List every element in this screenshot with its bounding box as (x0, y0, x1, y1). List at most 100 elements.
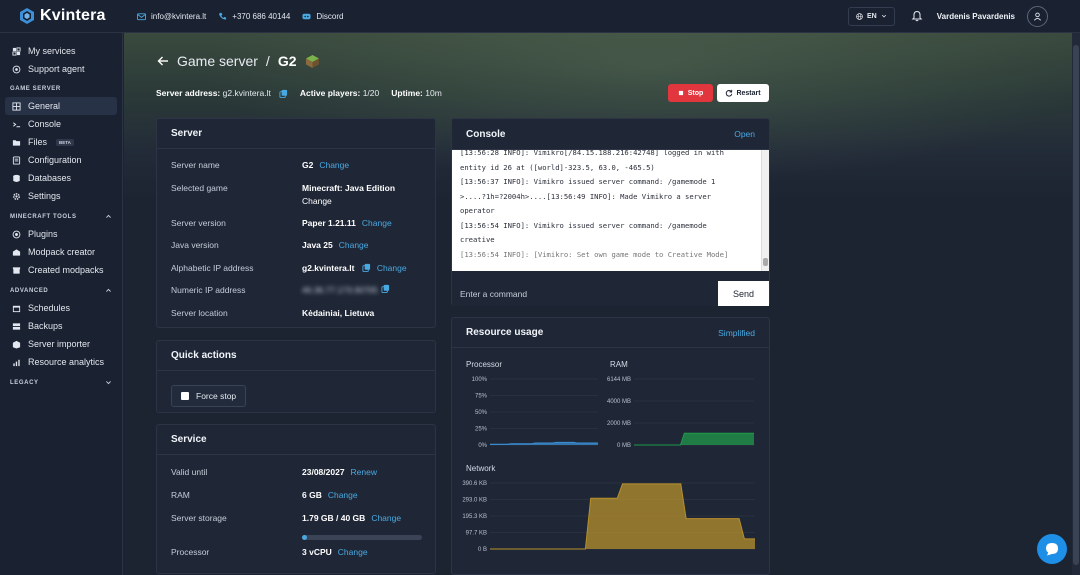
backup-icon (12, 322, 21, 330)
gear-icon (13, 192, 20, 200)
quick-actions-card: Quick actions Force stop (156, 340, 436, 413)
support-icon (12, 65, 21, 73)
email-link[interactable]: info@kvintera.lt (137, 12, 206, 21)
sidebar-item-console[interactable]: Console (5, 115, 117, 133)
sidebar-item-plugins[interactable]: Plugins (5, 225, 117, 243)
change-version-link[interactable]: Change (362, 218, 392, 228)
force-stop-checkbox[interactable] (181, 392, 189, 400)
sidebar-item-backups[interactable]: Backups (5, 317, 117, 335)
grass-block-icon (305, 54, 319, 68)
processor-chart-label: Processor (466, 360, 503, 369)
phone-link[interactable]: +370 686 40144 (218, 12, 290, 21)
sidebar-item-schedules[interactable]: Schedules (5, 299, 117, 317)
chevron-up-icon (106, 214, 111, 218)
globe-icon (856, 12, 863, 20)
sidebar-item-label: My services (28, 46, 76, 56)
page-scrollbar[interactable] (1072, 33, 1080, 575)
chevron-up-icon (106, 288, 111, 292)
server-version-label: Server version (171, 218, 226, 228)
copy-icon[interactable] (279, 89, 288, 98)
sidebar-item-settings[interactable]: Settings (5, 187, 117, 205)
change-processor-link[interactable]: Change (338, 547, 368, 557)
language-selector[interactable]: EN (848, 6, 895, 26)
simplified-toggle-link[interactable]: Simplified (718, 328, 755, 338)
section-advanced[interactable]: ADVANCED (10, 287, 112, 294)
sidebar-item-modpack-creator[interactable]: Modpack creator (5, 243, 117, 261)
user-name[interactable]: Vardenis Pavardenis (937, 12, 1015, 21)
page-title: G2 (277, 53, 297, 69)
console-open-link[interactable]: Open (734, 129, 755, 139)
sidebar-item-files[interactable]: Files BETA (5, 133, 117, 151)
selected-game-value: Minecraft: Java Edition (302, 183, 396, 193)
sidebar-item-databases[interactable]: Databases (5, 169, 117, 187)
series-area (490, 483, 755, 549)
chevron-down-icon (881, 14, 886, 18)
console-scrollbar[interactable] (761, 150, 769, 271)
numeric-ip-value: 46.36.77.173:30705 (302, 285, 378, 295)
chat-icon (1046, 543, 1058, 556)
processor-value: 3 vCPU Change (302, 547, 368, 557)
active-players: 1/20 (362, 88, 380, 98)
server-storage-value: 1.79 GB / 40 GB Change (302, 513, 402, 523)
card-title: Console (466, 128, 506, 140)
terminal-icon (13, 121, 21, 127)
change-ram-link[interactable]: Change (328, 490, 358, 500)
brand[interactable]: Kvintera (0, 7, 123, 25)
sidebar-item-label: Configuration (28, 155, 82, 165)
grid-icon (12, 101, 21, 111)
send-button[interactable]: Send (718, 281, 769, 306)
chat-support-button[interactable] (1037, 534, 1067, 564)
sidebar-item-general[interactable]: General (5, 97, 117, 115)
change-java-link[interactable]: Change (339, 240, 369, 250)
breadcrumb-parent[interactable]: Game server (177, 53, 258, 69)
console-line: [13:56:54 INFO]: Vimikro issued server c… (460, 220, 707, 230)
server-location-label: Server location (171, 308, 228, 318)
server-version-value: Paper 1.21.11 Change (302, 218, 392, 228)
change-game-link[interactable]: Change (302, 196, 332, 206)
command-input[interactable]: Enter a command (452, 281, 718, 306)
sidebar-item-configuration[interactable]: Configuration (5, 151, 117, 169)
sidebar-item-support-agent[interactable]: Support agent (5, 60, 117, 78)
change-storage-link[interactable]: Change (371, 513, 401, 523)
beta-badge: BETA (56, 138, 74, 146)
section-minecraft-tools[interactable]: MINECRAFT TOOLS (10, 213, 112, 220)
sidebar-item-label: Databases (28, 173, 72, 183)
y-tick-label: 6144 MB (607, 377, 631, 383)
bell-icon[interactable] (911, 10, 923, 22)
email-text: info@kvintera.lt (151, 11, 207, 21)
renew-link[interactable]: Renew (351, 467, 377, 477)
storage-progress-bar (302, 535, 422, 540)
stop-button[interactable]: Stop (668, 84, 713, 102)
valid-until-value: 23/08/2027 Renew (302, 467, 378, 477)
restart-button[interactable]: Restart (717, 84, 769, 102)
copy-icon[interactable] (362, 263, 371, 272)
console-output[interactable]: [13:56:28 INFO]: Vimikro[/84.15.188.216:… (452, 150, 769, 271)
y-tick-label: 0% (478, 443, 487, 449)
sidebar-item-label: Settings (28, 191, 61, 201)
java-version-value: Java 25 Change (302, 240, 369, 250)
sidebar-item-my-services[interactable]: My services (5, 42, 117, 60)
force-stop-button[interactable]: Force stop (171, 385, 247, 407)
kvintera-logo-icon (20, 8, 34, 24)
sidebar-item-resource-analytics[interactable]: Resource analytics (5, 353, 117, 371)
console-card: Console Open [13:56:28 INFO]: Vimikro[/8… (451, 118, 770, 306)
server-storage-label: Server storage (171, 513, 227, 523)
copy-icon[interactable] (381, 284, 390, 293)
y-tick-label: 2000 MB (607, 421, 631, 427)
ram-chart: 6144 MB 4000 MB 2000 MB 0 MB (607, 377, 754, 449)
discord-link[interactable]: Discord (302, 12, 343, 21)
avatar[interactable] (1027, 5, 1048, 27)
sidebar-item-created-modpacks[interactable]: Created modpacks (5, 261, 117, 279)
console-line: creative (460, 235, 495, 244)
sidebar-item-label: Resource analytics (28, 357, 105, 367)
series-area (634, 433, 754, 445)
change-alpha-ip-link[interactable]: Change (377, 263, 407, 273)
console-line: >....?1h=?2004h>....[13:56:49 INFO]: Mad… (460, 191, 711, 201)
numeric-ip-label: Numeric IP address (171, 285, 246, 295)
back-arrow-icon[interactable] (157, 55, 169, 67)
sidebar-item-server-importer[interactable]: Server importer (5, 335, 117, 353)
server-card: Server Server name G2 Change Selected gam… (156, 118, 436, 328)
section-legacy[interactable]: LEGACY (10, 379, 112, 386)
card-title: Resource usage (466, 327, 544, 338)
change-server-name-link[interactable]: Change (319, 160, 349, 170)
